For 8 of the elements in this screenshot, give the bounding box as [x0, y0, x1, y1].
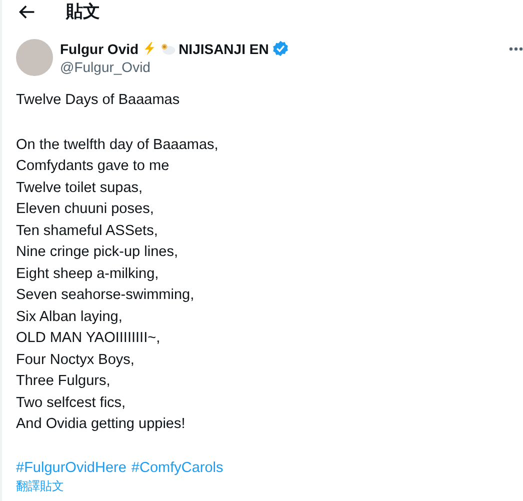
display-name-org[interactable]: NIJISANJI EN [178, 40, 269, 56]
display-name[interactable]: Fulgur Ovid [60, 40, 139, 56]
page-title: 貼文 [66, 2, 100, 22]
post-text: On the twelfth day of Baaamas, Comfydants gave to me Twelve toilet supas, Eleven chuuni poses, Ten shameful ASSets, Nine cringe pick-up lines, Eight sheep a-milking, Seven seahorse-swimming, Six Alban laying, OLD MAN YAOIIIIIIII~, Four Noctyx Boys, Three Fulgurs, Two selfcest fics, And Ovidia getting uppies! [16, 136, 220, 434]
post-title: Twelve Days of Baaamas [16, 91, 181, 110]
back-arrow-icon[interactable] [18, 3, 36, 21]
user-handle[interactable]: @Fulgur_Ovid [60, 59, 289, 75]
more-icon[interactable] [509, 47, 523, 51]
